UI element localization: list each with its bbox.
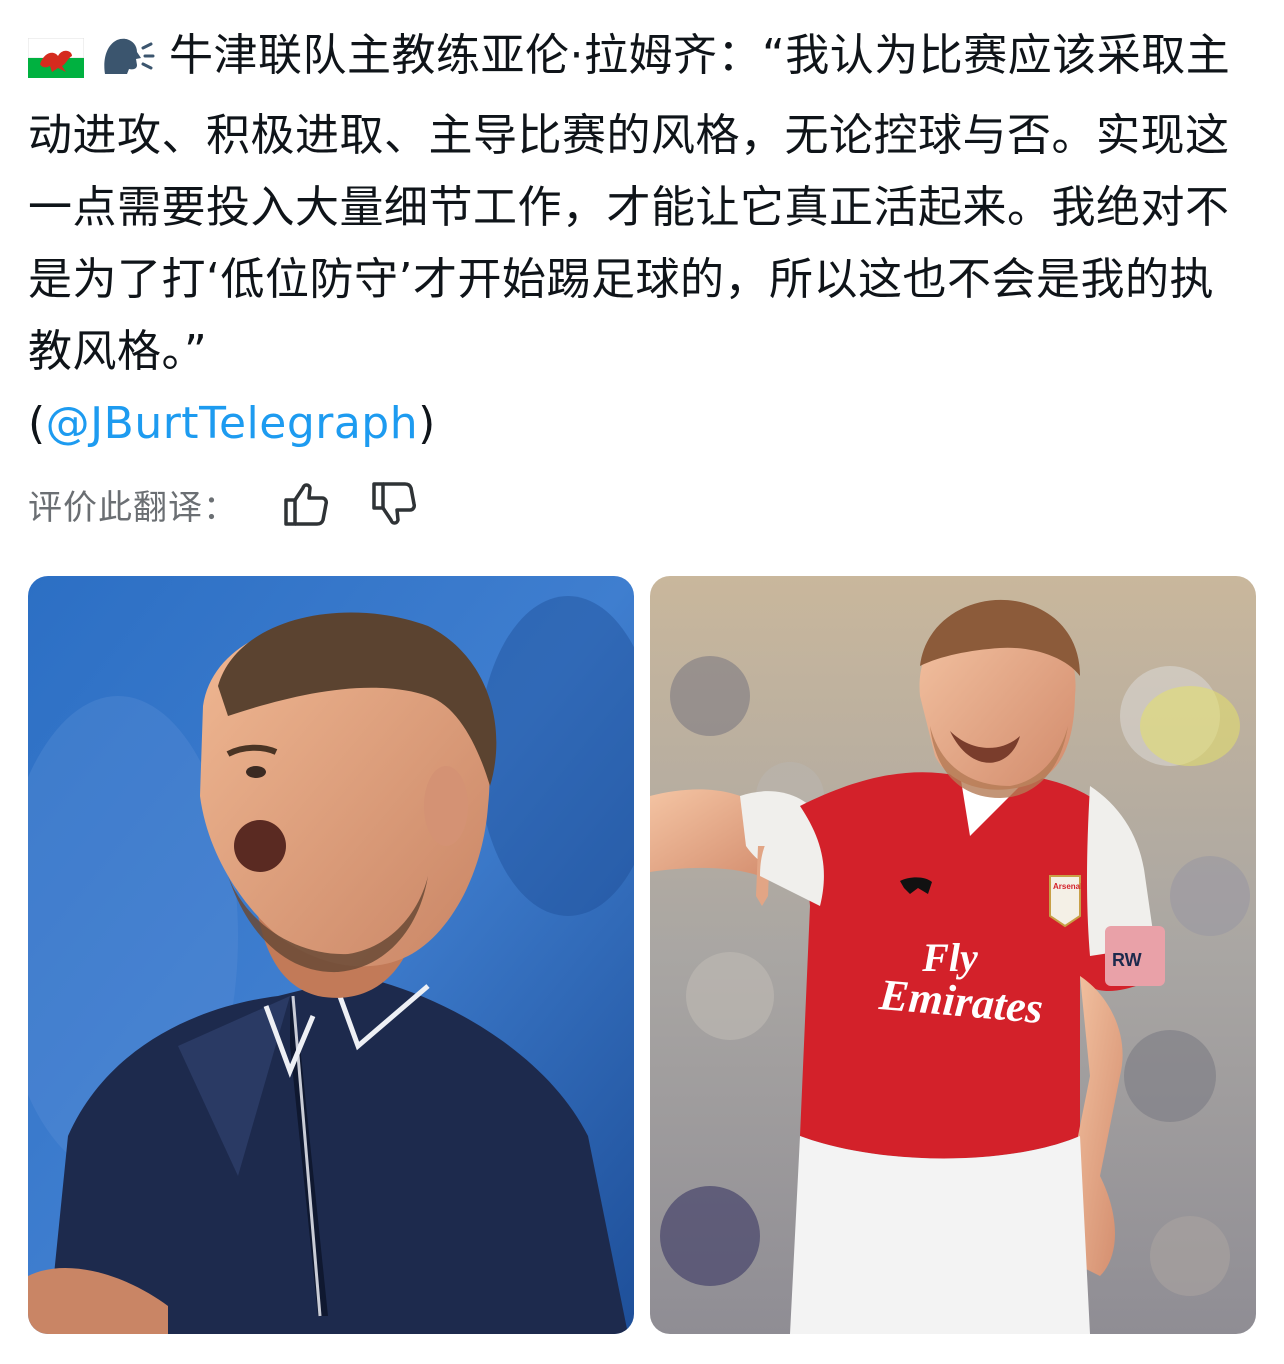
thumbs-down-icon[interactable] xyxy=(366,476,422,532)
mention-link[interactable]: @JBurtTelegraph xyxy=(46,398,418,449)
armband-text: RW xyxy=(1112,950,1142,970)
crest-text: Arsenal xyxy=(1053,882,1082,891)
wales-flag-icon xyxy=(27,28,85,100)
coach-photo[interactable] xyxy=(28,576,634,1334)
thumbs-up-icon[interactable] xyxy=(278,476,334,532)
mention-line: (@JBurtTelegraph) xyxy=(28,398,436,449)
tweet-text: 牛津联队主教练亚伦·拉姆齐：“我认为比赛应该采取主动进攻、积极进取、主导比赛的风… xyxy=(27,20,1258,460)
tweet-body: 牛津联队主教练亚伦·拉姆齐：“我认为比赛应该采取主动进攻、积极进取、主导比赛的风… xyxy=(28,30,1231,377)
rate-translation-row: 评价此翻译： xyxy=(28,476,422,532)
mention-open-paren: ( xyxy=(28,398,46,449)
mention-close-paren: ) xyxy=(418,398,436,449)
speaking-head-icon xyxy=(99,28,155,100)
rate-translation-label: 评价此翻译： xyxy=(28,487,238,528)
player-photo[interactable]: RW Arsenal Fly Emirates xyxy=(650,576,1256,1334)
